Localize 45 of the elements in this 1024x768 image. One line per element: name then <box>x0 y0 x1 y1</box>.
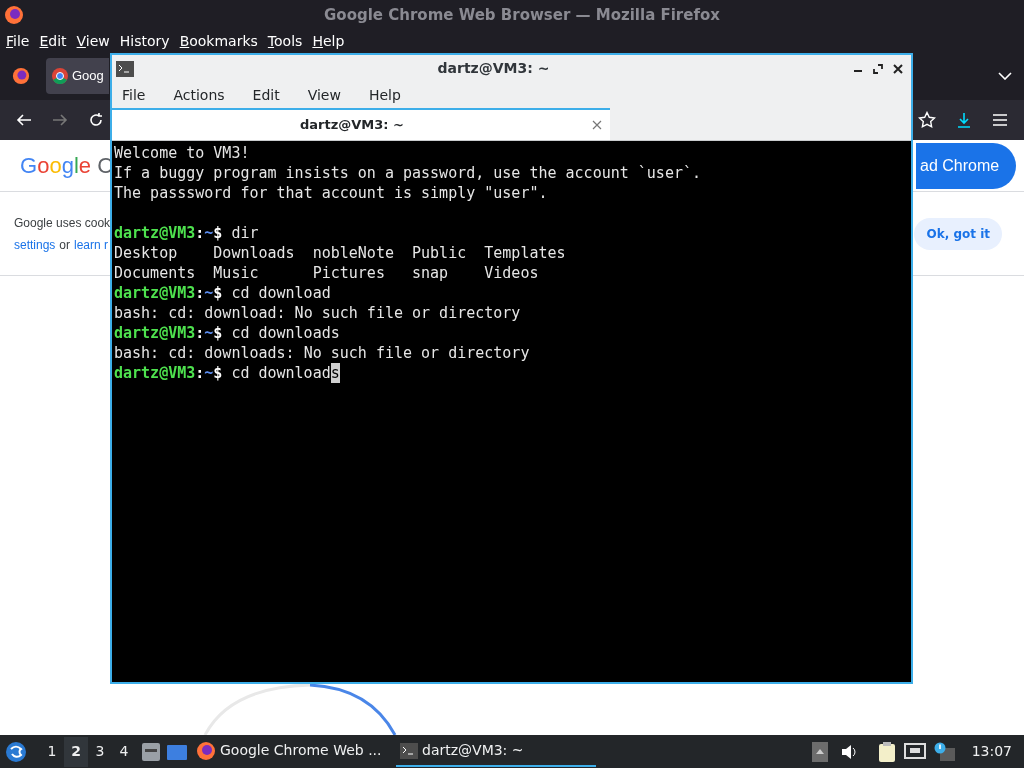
ok-got-it-button[interactable]: Ok, got it <box>914 217 1002 250</box>
terminal-output: If a buggy program insists on a password, use the account `user`. <box>114 163 701 183</box>
workspace-button[interactable]: 4 <box>112 736 136 767</box>
download-chrome-button[interactable]: ad Chrome <box>916 142 1016 189</box>
menu-item[interactable]: File <box>6 30 30 52</box>
terminal-command: cd download <box>230 283 331 303</box>
workspace-button[interactable]: 3 <box>88 736 112 767</box>
terminal-output: Desktop Downloads nobleNote Public Templates <box>114 243 566 263</box>
menu-item[interactable]: File <box>122 85 146 106</box>
menu-item[interactable]: History <box>119 30 170 52</box>
terminal-output: Documents Music Pictures snap Videos <box>114 263 539 283</box>
clock: 13:07 <box>971 742 1012 761</box>
terminal-output: bash: cd: download: No such file or directory <box>114 303 521 323</box>
terminal-command: cd downloads <box>230 323 340 343</box>
window-title: dartz@VM3: ~ <box>436 59 551 78</box>
terminal-command: dir <box>230 223 259 243</box>
menu-item[interactable]: Help <box>368 85 401 106</box>
settings-link[interactable]: settings <box>14 235 56 254</box>
taskbar-task[interactable]: Google Chrome Web ... <box>192 736 392 767</box>
menu-item[interactable]: Edit <box>252 85 280 106</box>
taskbar-task[interactable]: dartz@VM3: ~ <box>396 736 596 767</box>
menu-item[interactable]: Edit <box>39 30 67 52</box>
terminal-output: bash: cd: downloads: No such file or directory <box>114 343 530 363</box>
browser-tab[interactable]: Goog <box>46 58 109 94</box>
learn-more-link[interactable]: learn r <box>74 235 109 254</box>
window-title: Google Chrome Web Browser — Mozilla Firefox <box>323 4 721 26</box>
menu-item[interactable]: Actions <box>173 85 225 106</box>
menu-item[interactable]: Tools <box>267 30 303 52</box>
cookie-notice: or <box>59 236 71 254</box>
terminal-prompt: dartz@VM3:~$ <box>114 283 223 303</box>
menu-item[interactable]: Help <box>312 30 345 52</box>
terminal-output: Welcome to VM3! <box>114 143 250 163</box>
terminal-cursor: s <box>330 363 340 383</box>
menu-item[interactable]: Bookmarks <box>179 30 258 52</box>
cookie-notice: Google uses cook <box>14 214 111 232</box>
terminal-prompt: dartz@VM3:~$ <box>114 363 223 383</box>
terminal-command: cd download <box>230 363 331 383</box>
menu-item[interactable]: View <box>307 85 341 106</box>
menu-item[interactable]: View <box>76 30 110 52</box>
workspace-button[interactable]: 2 <box>64 736 88 767</box>
terminal-tab[interactable]: dartz@VM3: ~ <box>112 108 610 140</box>
terminal-prompt: dartz@VM3:~$ <box>114 323 223 343</box>
workspace-button[interactable]: 1 <box>40 736 64 767</box>
terminal-output: The passsword for that account is simply "user". <box>114 183 548 203</box>
terminal-prompt: dartz@VM3:~$ <box>114 223 223 243</box>
